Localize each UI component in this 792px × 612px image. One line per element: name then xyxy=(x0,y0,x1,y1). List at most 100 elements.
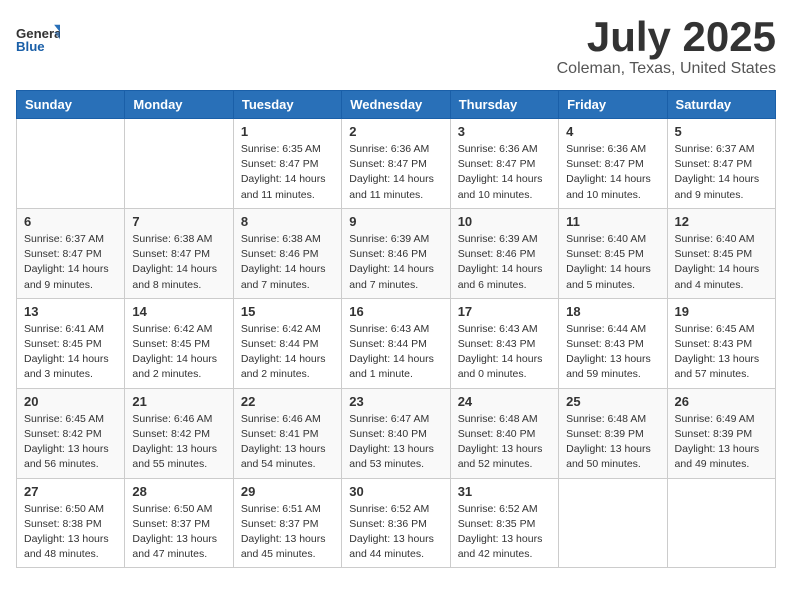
day-number: 6 xyxy=(24,214,117,229)
day-info: Sunrise: 6:37 AM Sunset: 8:47 PM Dayligh… xyxy=(675,142,768,203)
day-number: 14 xyxy=(132,304,225,319)
day-number: 24 xyxy=(458,394,551,409)
day-info: Sunrise: 6:48 AM Sunset: 8:40 PM Dayligh… xyxy=(458,412,551,473)
calendar-cell: 28 Sunrise: 6:50 AM Sunset: 8:37 PM Dayli… xyxy=(125,478,233,568)
day-info: Sunrise: 6:36 AM Sunset: 8:47 PM Dayligh… xyxy=(349,142,442,203)
calendar-cell: 13 Sunrise: 6:41 AM Sunset: 8:45 PM Dayli… xyxy=(17,298,125,388)
calendar-cell: 4 Sunrise: 6:36 AM Sunset: 8:47 PM Daylig… xyxy=(559,119,667,209)
day-number: 2 xyxy=(349,124,442,139)
day-number: 17 xyxy=(458,304,551,319)
logo: General Blue xyxy=(16,16,60,60)
day-info: Sunrise: 6:36 AM Sunset: 8:47 PM Dayligh… xyxy=(566,142,659,203)
calendar-cell: 20 Sunrise: 6:45 AM Sunset: 8:42 PM Dayli… xyxy=(17,388,125,478)
calendar-cell: 17 Sunrise: 6:43 AM Sunset: 8:43 PM Dayli… xyxy=(450,298,558,388)
day-info: Sunrise: 6:40 AM Sunset: 8:45 PM Dayligh… xyxy=(675,232,768,293)
calendar-cell: 19Sunrise: 6:45 AM Sunset: 8:43 PM Dayli… xyxy=(667,298,775,388)
day-info: Sunrise: 6:46 AM Sunset: 8:42 PM Dayligh… xyxy=(132,412,225,473)
day-info: Sunrise: 6:50 AM Sunset: 8:37 PM Dayligh… xyxy=(132,502,225,563)
calendar-cell: 16Sunrise: 6:43 AM Sunset: 8:44 PM Dayli… xyxy=(342,298,450,388)
calendar-cell: 30 Sunrise: 6:52 AM Sunset: 8:36 PM Dayli… xyxy=(342,478,450,568)
day-info: Sunrise: 6:39 AM Sunset: 8:46 PM Dayligh… xyxy=(349,232,442,293)
day-info: Sunrise: 6:37 AM Sunset: 8:47 PM Dayligh… xyxy=(24,232,117,293)
day-info: Sunrise: 6:47 AM Sunset: 8:40 PM Dayligh… xyxy=(349,412,442,473)
calendar-cell: 29 Sunrise: 6:51 AM Sunset: 8:37 PM Dayli… xyxy=(233,478,341,568)
day-number: 31 xyxy=(458,484,551,499)
day-number: 23 xyxy=(349,394,442,409)
day-number: 4 xyxy=(566,124,659,139)
day-info: Sunrise: 6:38 AM Sunset: 8:47 PM Dayligh… xyxy=(132,232,225,293)
day-info: Sunrise: 6:50 AM Sunset: 8:38 PM Dayligh… xyxy=(24,502,117,563)
calendar-cell: 26 Sunrise: 6:49 AM Sunset: 8:39 PM Dayli… xyxy=(667,388,775,478)
day-info: Sunrise: 6:40 AM Sunset: 8:45 PM Dayligh… xyxy=(566,232,659,293)
calendar-cell: 25 Sunrise: 6:48 AM Sunset: 8:39 PM Dayli… xyxy=(559,388,667,478)
day-info: Sunrise: 6:43 AM Sunset: 8:43 PM Dayligh… xyxy=(458,322,551,383)
weekday-header-row: SundayMondayTuesdayWednesdayThursdayFrid… xyxy=(17,91,776,119)
day-number: 22 xyxy=(241,394,334,409)
day-info: Sunrise: 6:42 AM Sunset: 8:45 PM Dayligh… xyxy=(132,322,225,383)
weekday-header: Wednesday xyxy=(342,91,450,119)
day-number: 7 xyxy=(132,214,225,229)
day-info: Sunrise: 6:39 AM Sunset: 8:46 PM Dayligh… xyxy=(458,232,551,293)
calendar-cell: 3 Sunrise: 6:36 AM Sunset: 8:47 PM Daylig… xyxy=(450,119,558,209)
calendar-cell: 5 Sunrise: 6:37 AM Sunset: 8:47 PM Daylig… xyxy=(667,119,775,209)
day-number: 10 xyxy=(458,214,551,229)
day-number: 26 xyxy=(675,394,768,409)
day-info: Sunrise: 6:36 AM Sunset: 8:47 PM Dayligh… xyxy=(458,142,551,203)
day-info: Sunrise: 6:46 AM Sunset: 8:41 PM Dayligh… xyxy=(241,412,334,473)
calendar-cell: 24 Sunrise: 6:48 AM Sunset: 8:40 PM Dayli… xyxy=(450,388,558,478)
day-number: 13 xyxy=(24,304,117,319)
calendar-week-row: 6 Sunrise: 6:37 AM Sunset: 8:47 PM Daylig… xyxy=(17,208,776,298)
calendar-cell: 31 Sunrise: 6:52 AM Sunset: 8:35 PM Dayli… xyxy=(450,478,558,568)
calendar-cell: 8Sunrise: 6:38 AM Sunset: 8:46 PM Daylig… xyxy=(233,208,341,298)
calendar-title: July 2025 xyxy=(557,16,776,58)
weekday-header: Friday xyxy=(559,91,667,119)
day-number: 8 xyxy=(241,214,334,229)
day-info: Sunrise: 6:35 AM Sunset: 8:47 PM Dayligh… xyxy=(241,142,334,203)
calendar-cell xyxy=(125,119,233,209)
day-number: 16 xyxy=(349,304,442,319)
weekday-header: Thursday xyxy=(450,91,558,119)
calendar-cell: 11 Sunrise: 6:40 AM Sunset: 8:45 PM Dayli… xyxy=(559,208,667,298)
day-number: 15 xyxy=(241,304,334,319)
day-info: Sunrise: 6:42 AM Sunset: 8:44 PM Dayligh… xyxy=(241,322,334,383)
day-info: Sunrise: 6:51 AM Sunset: 8:37 PM Dayligh… xyxy=(241,502,334,563)
day-number: 18 xyxy=(566,304,659,319)
day-info: Sunrise: 6:52 AM Sunset: 8:35 PM Dayligh… xyxy=(458,502,551,563)
day-number: 19 xyxy=(675,304,768,319)
calendar-cell: 15 Sunrise: 6:42 AM Sunset: 8:44 PM Dayli… xyxy=(233,298,341,388)
calendar-cell xyxy=(17,119,125,209)
day-number: 11 xyxy=(566,214,659,229)
day-number: 30 xyxy=(349,484,442,499)
calendar-cell: 22 Sunrise: 6:46 AM Sunset: 8:41 PM Dayli… xyxy=(233,388,341,478)
day-number: 28 xyxy=(132,484,225,499)
day-number: 5 xyxy=(675,124,768,139)
day-info: Sunrise: 6:45 AM Sunset: 8:42 PM Dayligh… xyxy=(24,412,117,473)
calendar-cell: 23 Sunrise: 6:47 AM Sunset: 8:40 PM Dayli… xyxy=(342,388,450,478)
day-info: Sunrise: 6:49 AM Sunset: 8:39 PM Dayligh… xyxy=(675,412,768,473)
day-number: 1 xyxy=(241,124,334,139)
calendar-cell: 6 Sunrise: 6:37 AM Sunset: 8:47 PM Daylig… xyxy=(17,208,125,298)
calendar-cell: 18 Sunrise: 6:44 AM Sunset: 8:43 PM Dayli… xyxy=(559,298,667,388)
calendar-week-row: 1 Sunrise: 6:35 AM Sunset: 8:47 PM Daylig… xyxy=(17,119,776,209)
calendar-week-row: 20 Sunrise: 6:45 AM Sunset: 8:42 PM Dayli… xyxy=(17,388,776,478)
day-number: 20 xyxy=(24,394,117,409)
calendar-cell: 9 Sunrise: 6:39 AM Sunset: 8:46 PM Daylig… xyxy=(342,208,450,298)
day-info: Sunrise: 6:52 AM Sunset: 8:36 PM Dayligh… xyxy=(349,502,442,563)
calendar-cell xyxy=(559,478,667,568)
day-info: Sunrise: 6:44 AM Sunset: 8:43 PM Dayligh… xyxy=(566,322,659,383)
svg-text:Blue: Blue xyxy=(16,39,45,54)
day-info: Sunrise: 6:48 AM Sunset: 8:39 PM Dayligh… xyxy=(566,412,659,473)
day-info: Sunrise: 6:41 AM Sunset: 8:45 PM Dayligh… xyxy=(24,322,117,383)
calendar-cell: 12Sunrise: 6:40 AM Sunset: 8:45 PM Dayli… xyxy=(667,208,775,298)
calendar-week-row: 13 Sunrise: 6:41 AM Sunset: 8:45 PM Dayli… xyxy=(17,298,776,388)
calendar-cell: 21Sunrise: 6:46 AM Sunset: 8:42 PM Dayli… xyxy=(125,388,233,478)
calendar-cell: 7 Sunrise: 6:38 AM Sunset: 8:47 PM Daylig… xyxy=(125,208,233,298)
day-number: 9 xyxy=(349,214,442,229)
calendar-cell: 10 Sunrise: 6:39 AM Sunset: 8:46 PM Dayli… xyxy=(450,208,558,298)
day-number: 29 xyxy=(241,484,334,499)
day-number: 3 xyxy=(458,124,551,139)
weekday-header: Monday xyxy=(125,91,233,119)
calendar-cell: 1 Sunrise: 6:35 AM Sunset: 8:47 PM Daylig… xyxy=(233,119,341,209)
weekday-header: Sunday xyxy=(17,91,125,119)
day-number: 25 xyxy=(566,394,659,409)
